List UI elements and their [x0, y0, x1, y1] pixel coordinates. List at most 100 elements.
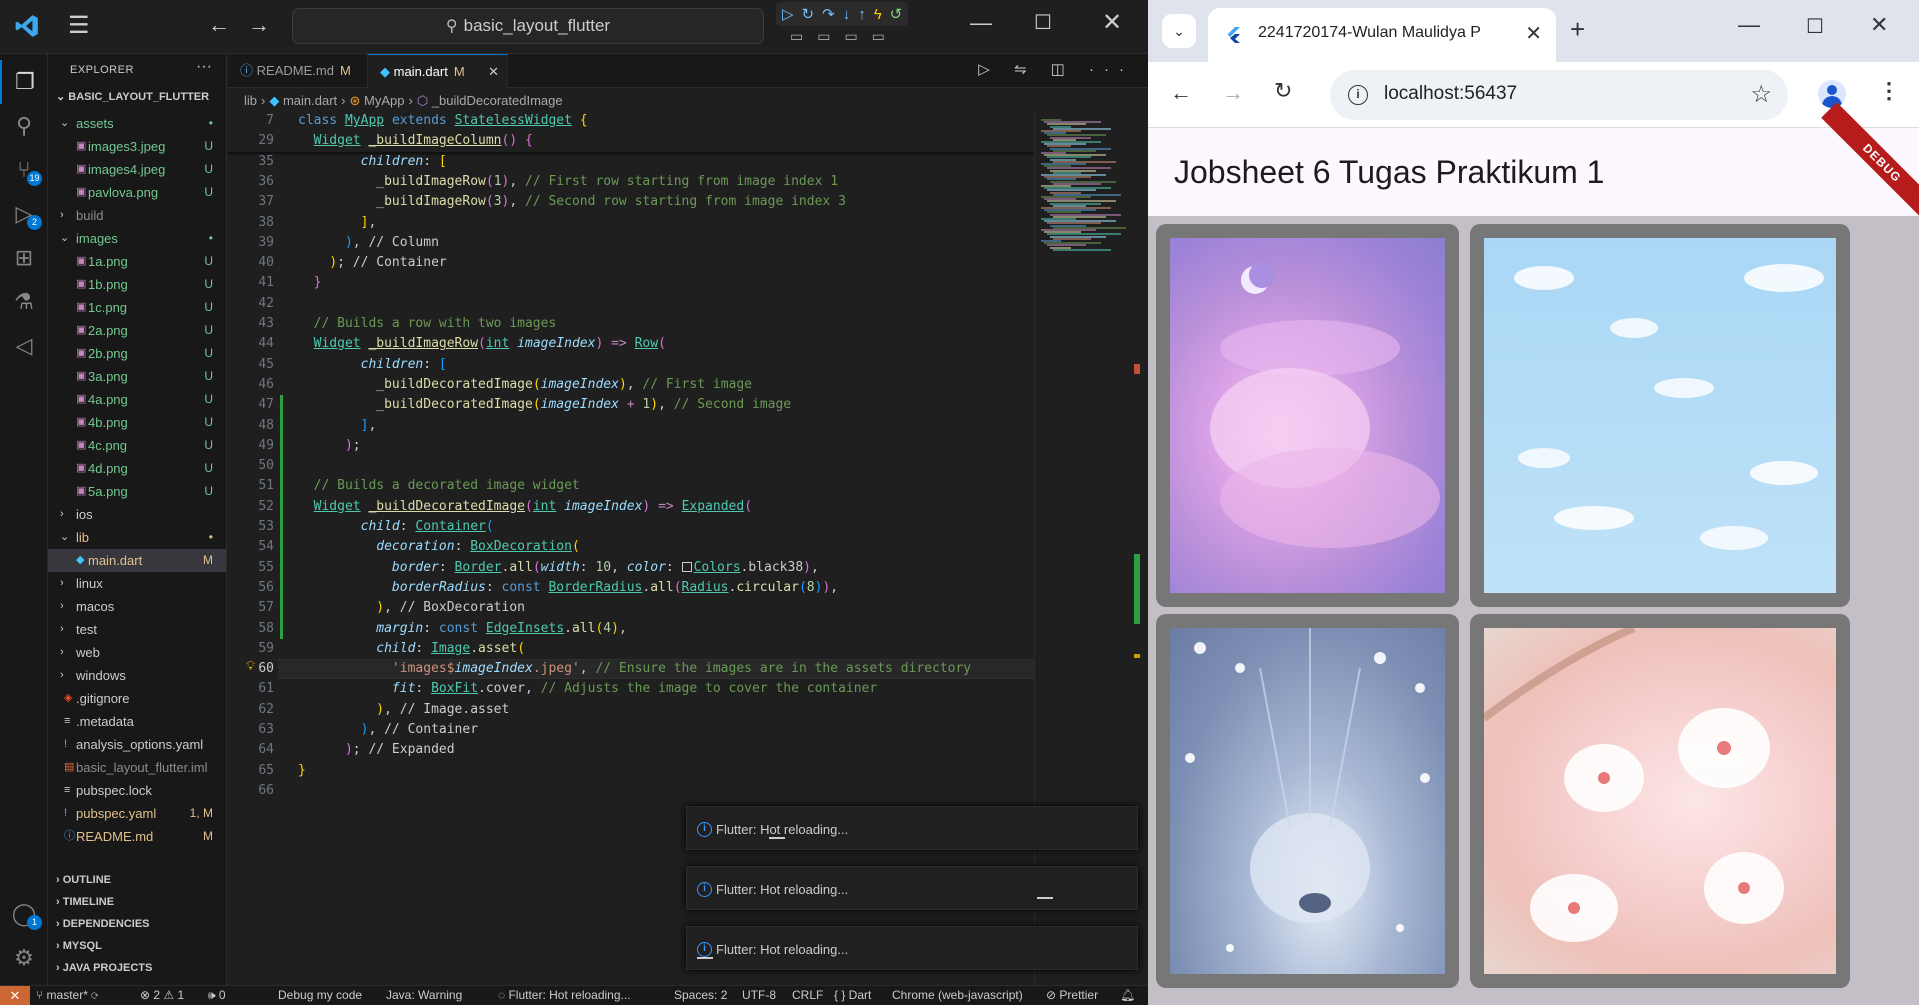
tree-item[interactable]: ⌄ images • — [48, 227, 226, 250]
code-line[interactable]: ); // Expanded — [298, 740, 455, 760]
code-line[interactable]: ], — [298, 213, 377, 233]
code-line[interactable]: // Builds a decorated image widget — [298, 476, 580, 496]
breadcrumb-item[interactable]: MyApp — [364, 93, 404, 108]
sidebar-section-outline[interactable]: › OUTLINE — [48, 869, 226, 891]
prettier-status[interactable]: ⊘ Prettier — [1046, 986, 1098, 1005]
device-status[interactable]: Chrome (web-javascript) — [892, 986, 1023, 1005]
code-line[interactable]: ); // Container — [298, 253, 446, 273]
tree-item[interactable]: ▣ 4a.png U — [48, 388, 226, 411]
tree-item[interactable]: ⌄ assets • — [48, 112, 226, 135]
tree-item[interactable]: ≡ pubspec.lock — [48, 779, 226, 802]
forward-arrow-icon[interactable]: → — [1222, 80, 1244, 106]
testing-icon[interactable]: ⚗ — [0, 280, 48, 324]
code-line[interactable]: _buildDecoratedImage(imageIndex), // Fir… — [298, 375, 752, 395]
editor-actions[interactable]: ▷ ⇋ ◫ ··· — [978, 60, 1134, 78]
tree-item[interactable]: ◈ .gitignore — [48, 687, 226, 710]
step-over-icon[interactable]: ↷ — [822, 5, 835, 23]
code-line[interactable]: ), // BoxDecoration — [298, 598, 525, 618]
forward-arrow-icon[interactable]: → — [248, 12, 270, 38]
code-line[interactable]: _buildImageRow(3), // Second row startin… — [298, 192, 846, 212]
code-line[interactable]: ], — [298, 416, 377, 436]
code-line[interactable]: } — [298, 761, 306, 781]
close-icon[interactable]: ✕ — [1870, 12, 1888, 38]
profile-avatar-icon[interactable] — [1818, 80, 1846, 108]
step-into-icon[interactable]: ↓ — [843, 6, 851, 23]
tree-item[interactable]: ▣ pavlova.png U — [48, 181, 226, 204]
tab-close-icon[interactable]: ✕ — [488, 55, 499, 89]
search-icon[interactable]: ⚲ — [0, 104, 48, 148]
code-line[interactable]: ); — [298, 436, 361, 456]
sidebar-section-timeline[interactable]: › TIMELINE — [48, 891, 226, 913]
tree-item[interactable]: ▣ 4b.png U — [48, 411, 226, 434]
breadcrumb-item[interactable]: lib — [244, 93, 257, 108]
tree-item[interactable]: ▤ basic_layout_flutter.iml — [48, 756, 226, 779]
minimap[interactable] — [1034, 111, 1130, 991]
project-root[interactable]: ⌄ BASIC_LAYOUT_FLUTTER — [56, 90, 209, 103]
minimize-icon[interactable]: — — [1738, 12, 1760, 38]
code-line[interactable]: child: Container( — [298, 517, 494, 537]
code-line[interactable]: children: [ — [298, 355, 447, 375]
layout-icons[interactable]: ▭▭▭▭ — [790, 28, 899, 45]
reload-icon[interactable]: ↻ — [1274, 78, 1292, 104]
eol-status[interactable]: CRLF — [792, 986, 823, 1005]
code-line[interactable]: Widget _buildImageRow(int imageIndex) =>… — [298, 334, 666, 354]
code-line[interactable]: _buildImageRow(1), // First row starting… — [298, 172, 838, 192]
code-line[interactable]: Widget _buildImageColumn() { — [298, 131, 533, 151]
sidebar-section-mysql[interactable]: › MYSQL — [48, 935, 226, 957]
tab-close-icon[interactable]: ✕ — [1525, 21, 1542, 46]
tree-item[interactable]: ▣ 2a.png U — [48, 319, 226, 342]
back-arrow-icon[interactable]: ← — [208, 12, 230, 38]
command-center-search[interactable]: ⚲ basic_layout_flutter — [292, 8, 764, 44]
close-icon[interactable]: ✕ — [1102, 8, 1122, 37]
tree-item[interactable]: › macos — [48, 595, 226, 618]
run-debug-icon[interactable]: ▷ 2 — [0, 192, 48, 236]
notification-toast[interactable]: i Flutter: Hot reloading... — [686, 926, 1138, 970]
code-line[interactable]: _buildDecoratedImage(imageIndex + 1), //… — [298, 395, 791, 415]
tree-item[interactable]: ▣ 1c.png U — [48, 296, 226, 319]
tab-search-chevron-icon[interactable]: ⌄ — [1162, 14, 1196, 48]
tree-item[interactable]: ≡ .metadata — [48, 710, 226, 733]
tree-item[interactable]: › windows — [48, 664, 226, 687]
tree-item[interactable]: ▣ 1a.png U — [48, 250, 226, 273]
maximize-icon[interactable]: ☐ — [1806, 14, 1824, 39]
branch-status[interactable]: ⑂ master* ⟳ — [36, 986, 98, 1005]
code-line[interactable]: borderRadius: const BorderRadius.all(Rad… — [298, 578, 838, 598]
kebab-menu-icon[interactable]: ⋮ — [1878, 78, 1900, 104]
tree-item[interactable]: › ios — [48, 503, 226, 526]
tree-item[interactable]: ⓘ README.md M — [48, 825, 226, 848]
notification-toast[interactable]: i Flutter: Hot reloading... — [686, 806, 1138, 850]
tree-item[interactable]: ▣ 5a.png U — [48, 480, 226, 503]
continue-icon[interactable]: ▷ — [782, 5, 794, 23]
code-line[interactable]: 'images$imageIndex.jpeg', // Ensure the … — [298, 659, 971, 679]
tree-item[interactable]: › linux — [48, 572, 226, 595]
back-arrow-icon[interactable]: ← — [1170, 80, 1192, 106]
tree-item[interactable]: ▣ 1b.png U — [48, 273, 226, 296]
minimize-icon[interactable]: — — [970, 10, 992, 36]
tab-main-dart[interactable]: ◆ main.dart M ✕ — [368, 54, 508, 88]
maximize-icon[interactable]: ☐ — [1034, 10, 1052, 35]
accounts-icon[interactable]: ◯ 1 — [0, 892, 48, 936]
notification-toast[interactable]: i Flutter: Hot reloading... — [686, 866, 1138, 910]
explorer-icon[interactable]: ❐ — [0, 60, 48, 104]
tree-item[interactable]: ▣ images3.jpeg U — [48, 135, 226, 158]
tree-item[interactable]: ! analysis_options.yaml — [48, 733, 226, 756]
code-line[interactable]: Widget _buildDecoratedImage(int imageInd… — [298, 497, 752, 517]
more-actions-icon[interactable]: ··· — [196, 58, 212, 76]
site-info-icon[interactable]: i — [1348, 85, 1368, 105]
tree-item[interactable]: › test — [48, 618, 226, 641]
code-line[interactable]: class MyApp extends StatelessWidget { — [298, 111, 588, 131]
tree-item[interactable]: ⌄ lib • — [48, 526, 226, 549]
new-tab-plus-icon[interactable]: + — [1570, 14, 1585, 45]
restart-icon[interactable]: ↻ — [802, 5, 815, 23]
tree-item[interactable]: ! pubspec.yaml 1, M — [48, 802, 226, 825]
tree-item[interactable]: › web — [48, 641, 226, 664]
flutter-icon[interactable]: ◁ — [0, 324, 48, 368]
settings-gear-icon[interactable]: ⚙ — [0, 936, 48, 980]
code-line[interactable]: border: Border.all(width: 10, color: Col… — [298, 558, 819, 578]
language-status[interactable]: { } Dart — [834, 986, 871, 1005]
menu-icon[interactable]: ☰ — [68, 14, 90, 38]
source-control-icon[interactable]: ⑂ 19 — [0, 148, 48, 192]
code-line[interactable]: ), // Image.asset — [298, 700, 509, 720]
editor-scrollbar[interactable] — [1130, 111, 1144, 991]
java-status[interactable]: Java: Warning — [386, 986, 462, 1005]
